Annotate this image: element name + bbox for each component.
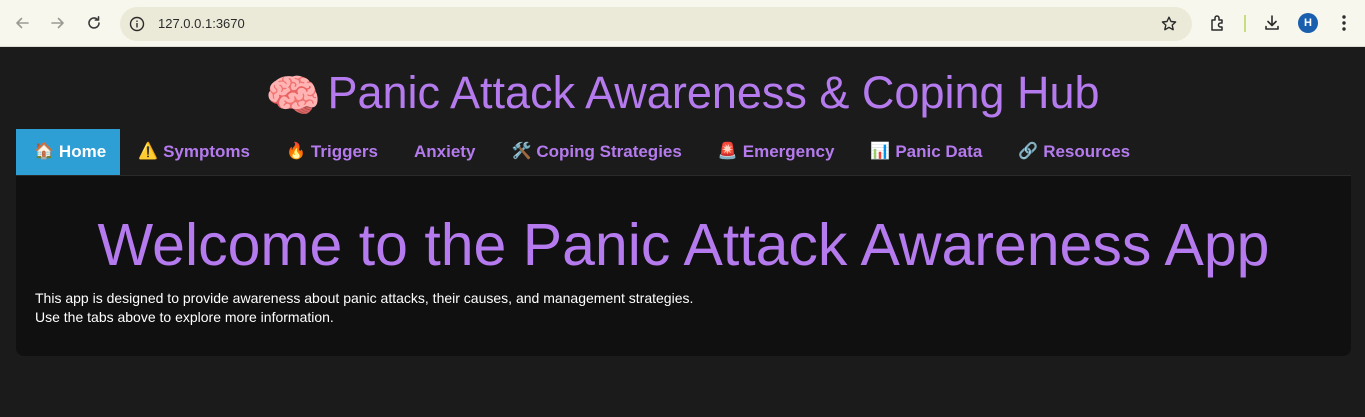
tab-label: Resources: [1043, 142, 1131, 161]
toolbar-divider: [1244, 15, 1246, 32]
tab-label: Home: [58, 142, 107, 161]
tab-triggers[interactable]: 🔥 Triggers: [268, 129, 396, 175]
forward-icon[interactable]: [46, 11, 70, 35]
tab-label: Symptoms: [163, 142, 250, 161]
tab-label: Coping Strategies: [536, 142, 682, 161]
fire-icon: 🔥: [286, 143, 306, 160]
tab-coping-strategies[interactable]: 🛠️ Coping Strategies: [493, 129, 699, 175]
reload-icon[interactable]: [82, 11, 106, 35]
more-icon[interactable]: [1334, 13, 1354, 33]
tab-resources[interactable]: 🔗 Resources: [1000, 129, 1148, 175]
tools-icon: 🛠️: [511, 143, 532, 160]
tab-label: Emergency: [742, 142, 835, 161]
bookmark-star-icon[interactable]: [1160, 15, 1178, 33]
siren-icon: 🚨: [717, 143, 738, 160]
site-info-icon[interactable]: [129, 16, 145, 32]
bar-chart-icon: 📊: [870, 143, 891, 160]
app-title-text: Panic Attack Awareness & Coping Hub: [327, 67, 1100, 118]
url-text[interactable]: 127.0.0.1:3670: [158, 16, 245, 32]
house-icon: 🏠: [34, 143, 54, 160]
tab-emergency[interactable]: 🚨 Emergency: [700, 129, 853, 175]
tab-symptoms[interactable]: ⚠️ Symptoms: [120, 129, 268, 175]
profile-avatar[interactable]: H: [1298, 13, 1318, 33]
app-page: 🧠 Panic Attack Awareness & Coping Hub 🏠 Ho…: [0, 47, 1365, 417]
link-icon: 🔗: [1018, 143, 1039, 160]
tab-anxiety[interactable]: Anxiety: [396, 129, 493, 175]
warning-icon: ⚠️: [138, 143, 159, 160]
tab-home[interactable]: 🏠 Home: [16, 129, 121, 175]
brain-icon: 🧠: [265, 70, 322, 121]
tab-panic-data[interactable]: 📊 Panic Data: [852, 129, 1000, 175]
download-icon[interactable]: [1262, 13, 1282, 33]
welcome-heading: Welcome to the Panic Attack Awareness Ap…: [97, 212, 1270, 278]
description-line-2: Use the tabs above to explore more infor…: [35, 309, 334, 325]
tab-label: Triggers: [310, 142, 379, 161]
home-panel: Welcome to the Panic Attack Awareness Ap…: [16, 175, 1351, 356]
browser-toolbar: 127.0.0.1:3670 H: [0, 0, 1365, 47]
tab-label: Anxiety: [414, 142, 476, 161]
description-line-1: This app is designed to provide awarenes…: [35, 290, 694, 306]
extensions-icon[interactable]: [1208, 13, 1228, 33]
address-bar[interactable]: 127.0.0.1:3670: [120, 7, 1192, 41]
tab-label: Panic Data: [895, 142, 983, 161]
back-icon[interactable]: [10, 11, 34, 35]
tab-bar: 🏠 Home ⚠️ Symptoms 🔥 Triggers Anxiety 🛠️ Cop…: [16, 129, 1148, 175]
app-title: 🧠 Panic Attack Awareness & Coping Hub: [0, 66, 1365, 123]
